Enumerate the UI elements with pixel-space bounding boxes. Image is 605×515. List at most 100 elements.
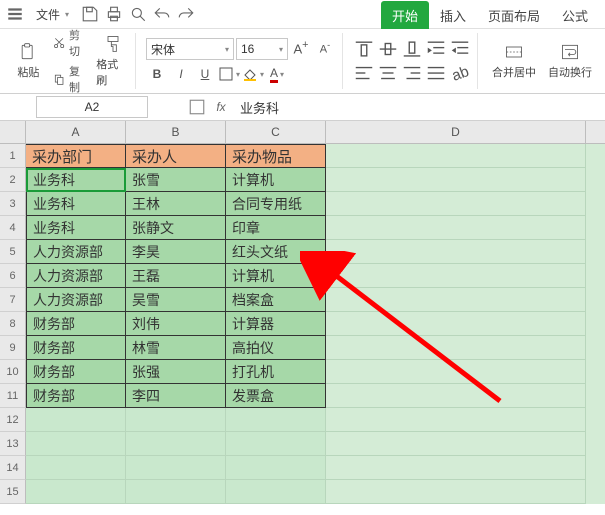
font-size-combo[interactable]: 16▾ — [236, 38, 288, 60]
tab-formula[interactable]: 公式 — [551, 1, 599, 29]
cell-B13[interactable] — [126, 432, 226, 456]
orientation-button[interactable]: ab — [449, 63, 471, 83]
cell-D2[interactable] — [326, 168, 586, 192]
redo-icon[interactable] — [177, 5, 195, 23]
cell-A2[interactable]: 业务科 — [26, 168, 126, 192]
undo-icon[interactable] — [153, 5, 171, 23]
cell-B9[interactable]: 林雪 — [126, 336, 226, 360]
cell-D3[interactable] — [326, 192, 586, 216]
cell-B15[interactable] — [126, 480, 226, 504]
cell-B5[interactable]: 李昊 — [126, 240, 226, 264]
cell-B8[interactable]: 刘伟 — [126, 312, 226, 336]
cell-A15[interactable] — [26, 480, 126, 504]
insert-function-icon[interactable] — [188, 98, 206, 116]
cell-B7[interactable]: 吴雪 — [126, 288, 226, 312]
cell-D10[interactable] — [326, 360, 586, 384]
cell-C9[interactable]: 高拍仪 — [226, 336, 326, 360]
cell-A13[interactable] — [26, 432, 126, 456]
cell-C7[interactable]: 档案盒 — [226, 288, 326, 312]
cell-D8[interactable] — [326, 312, 586, 336]
cell-A6[interactable]: 人力资源部 — [26, 264, 126, 288]
cell-grid[interactable]: 1采办部门采办人采办物品2业务科张雪计算机3业务科王林合同专用纸4业务科张静文印… — [0, 144, 605, 504]
formula-input[interactable]: 业务科 — [240, 98, 279, 117]
align-center-button[interactable] — [377, 63, 399, 83]
row-header[interactable]: 2 — [0, 168, 26, 192]
align-middle-button[interactable] — [377, 39, 399, 59]
row-header[interactable]: 15 — [0, 480, 26, 504]
decrease-font-button[interactable]: A- — [314, 38, 336, 58]
cell-A1[interactable]: 采办部门 — [26, 144, 126, 168]
italic-button[interactable]: I — [170, 64, 192, 84]
cell-C3[interactable]: 合同专用纸 — [226, 192, 326, 216]
cell-D11[interactable] — [326, 384, 586, 408]
cell-C12[interactable] — [226, 408, 326, 432]
font-color-button[interactable]: A▾ — [266, 64, 288, 84]
cell-D4[interactable] — [326, 216, 586, 240]
increase-font-button[interactable]: A+ — [290, 38, 312, 58]
cell-B6[interactable]: 王磊 — [126, 264, 226, 288]
row-header[interactable]: 13 — [0, 432, 26, 456]
col-header-C[interactable]: C — [226, 121, 326, 143]
row-header[interactable]: 11 — [0, 384, 26, 408]
cell-A14[interactable] — [26, 456, 126, 480]
cell-B11[interactable]: 李四 — [126, 384, 226, 408]
cell-B2[interactable]: 张雪 — [126, 168, 226, 192]
save-icon[interactable] — [81, 5, 99, 23]
cell-A7[interactable]: 人力资源部 — [26, 288, 126, 312]
merge-center-button[interactable]: 合并居中 — [488, 42, 540, 80]
row-header[interactable]: 14 — [0, 456, 26, 480]
row-header[interactable]: 3 — [0, 192, 26, 216]
cell-C11[interactable]: 发票盒 — [226, 384, 326, 408]
increase-indent-button[interactable] — [425, 39, 447, 59]
cell-A10[interactable]: 财务部 — [26, 360, 126, 384]
cell-B12[interactable] — [126, 408, 226, 432]
cell-A5[interactable]: 人力资源部 — [26, 240, 126, 264]
row-header[interactable]: 4 — [0, 216, 26, 240]
align-bottom-button[interactable] — [401, 39, 423, 59]
cell-C15[interactable] — [226, 480, 326, 504]
cell-D15[interactable] — [326, 480, 586, 504]
row-header[interactable]: 6 — [0, 264, 26, 288]
select-all-corner[interactable] — [0, 121, 26, 143]
print-preview-icon[interactable] — [129, 5, 147, 23]
cut-button[interactable]: 剪切 — [49, 26, 93, 60]
font-name-combo[interactable]: 宋体▾ — [146, 38, 234, 60]
border-button[interactable]: ▾ — [218, 64, 240, 84]
underline-button[interactable]: U — [194, 64, 216, 84]
row-header[interactable]: 12 — [0, 408, 26, 432]
app-menu-icon[interactable] — [6, 5, 24, 23]
bold-button[interactable]: B — [146, 64, 168, 84]
tab-insert[interactable]: 插入 — [429, 1, 477, 29]
cell-C4[interactable]: 印章 — [226, 216, 326, 240]
cell-A3[interactable]: 业务科 — [26, 192, 126, 216]
align-left-button[interactable] — [353, 63, 375, 83]
row-header[interactable]: 7 — [0, 288, 26, 312]
cell-B14[interactable] — [126, 456, 226, 480]
cell-C8[interactable]: 计算器 — [226, 312, 326, 336]
fill-color-button[interactable]: ▾ — [242, 64, 264, 84]
copy-button[interactable]: 复制 — [49, 62, 93, 96]
wrap-text-button[interactable]: 自动换行 — [544, 42, 596, 80]
cell-A9[interactable]: 财务部 — [26, 336, 126, 360]
cell-C6[interactable]: 计算机 — [226, 264, 326, 288]
align-top-button[interactable] — [353, 39, 375, 59]
paste-button[interactable]: 粘贴 — [12, 42, 45, 80]
row-header[interactable]: 9 — [0, 336, 26, 360]
format-painter-button[interactable]: 格式刷 — [96, 34, 129, 88]
align-right-button[interactable] — [401, 63, 423, 83]
tab-home[interactable]: 开始 — [381, 1, 429, 29]
cell-B10[interactable]: 张强 — [126, 360, 226, 384]
col-header-D[interactable]: D — [326, 121, 586, 143]
name-box[interactable]: A2 — [36, 96, 148, 118]
tab-page-layout[interactable]: 页面布局 — [477, 1, 551, 29]
cell-C10[interactable]: 打孔机 — [226, 360, 326, 384]
row-header[interactable]: 5 — [0, 240, 26, 264]
cell-B1[interactable]: 采办人 — [126, 144, 226, 168]
cell-D6[interactable] — [326, 264, 586, 288]
row-header[interactable]: 10 — [0, 360, 26, 384]
cell-A8[interactable]: 财务部 — [26, 312, 126, 336]
cell-C13[interactable] — [226, 432, 326, 456]
decrease-indent-button[interactable] — [449, 39, 471, 59]
justify-button[interactable] — [425, 63, 447, 83]
cell-A11[interactable]: 财务部 — [26, 384, 126, 408]
